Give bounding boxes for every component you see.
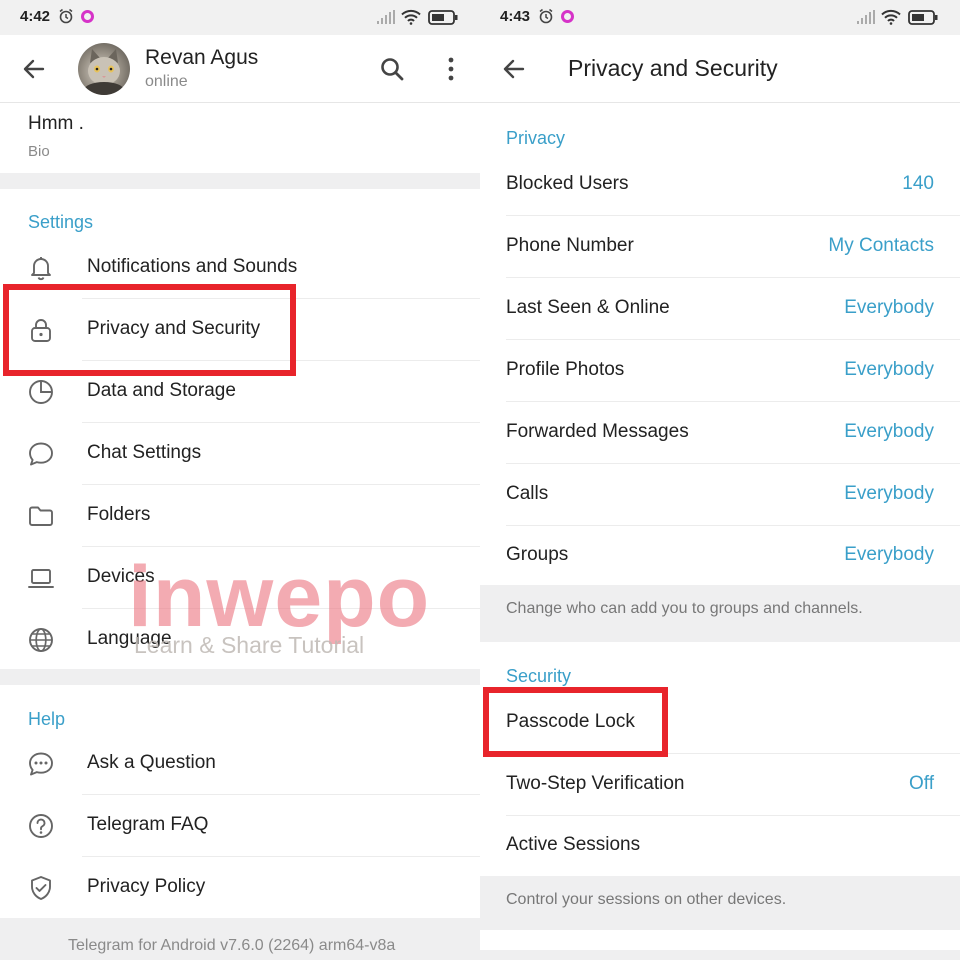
security-section-title: Security: [506, 666, 572, 686]
alarm-icon: [539, 8, 553, 24]
settings-item-label: Notifications and Sounds: [87, 256, 298, 277]
section-separator: [0, 669, 480, 685]
settings-item-label: Data and Storage: [87, 380, 236, 401]
notification-dot-icon: [561, 10, 574, 23]
app-version-text: Telegram for Android v7.6.0 (2264) arm64…: [68, 937, 396, 954]
security-item-value: Off: [909, 773, 934, 794]
pie-chart-icon: [29, 380, 53, 404]
battery-icon: [428, 10, 458, 25]
notification-dot-icon: [81, 10, 94, 23]
privacy-item-calls[interactable]: Calls Everybody: [480, 464, 960, 526]
security-item-two-step[interactable]: Two-Step Verification Off: [480, 754, 960, 816]
bottom-separator: [480, 950, 960, 960]
help-item-label: Privacy Policy: [87, 876, 206, 897]
settings-item-language[interactable]: Language: [0, 609, 480, 671]
profile-name: Revan Agus: [145, 46, 259, 69]
privacy-item-value: Everybody: [844, 359, 934, 380]
privacy-item-forwarded-messages[interactable]: Forwarded Messages Everybody: [480, 402, 960, 464]
status-time: 4:43: [500, 8, 531, 25]
help-item-label: Ask a Question: [87, 752, 216, 773]
globe-icon: [29, 628, 53, 652]
folder-icon: [29, 506, 53, 526]
bell-icon: [31, 257, 51, 281]
privacy-item-groups[interactable]: Groups Everybody: [480, 525, 960, 587]
shield-check-icon: [31, 876, 51, 900]
privacy-item-value: Everybody: [844, 421, 934, 442]
privacy-item-value: Everybody: [844, 297, 934, 318]
security-item-active-sessions[interactable]: Active Sessions: [480, 815, 960, 877]
chat-dots-icon: [29, 752, 53, 776]
privacy-item-value: 140: [902, 173, 934, 194]
privacy-item-label: Calls: [506, 483, 549, 504]
bio-row[interactable]: Hmm . Bio: [0, 104, 480, 173]
page-title: Privacy and Security: [568, 55, 778, 81]
profile-status: online: [145, 73, 188, 90]
settings-item-label: Folders: [87, 504, 151, 525]
privacy-item-last-seen[interactable]: Last Seen & Online Everybody: [480, 278, 960, 340]
settings-section-title: Settings: [28, 212, 94, 232]
privacy-item-label: Blocked Users: [506, 173, 629, 194]
security-info-text: Control your sessions on other devices.: [506, 891, 787, 908]
signal-icon: [377, 10, 395, 24]
more-vertical-icon[interactable]: [440, 55, 462, 83]
privacy-item-label: Profile Photos: [506, 359, 625, 380]
bio-caption: Bio: [28, 143, 50, 160]
privacy-security-screen: 4:43 Privacy and Security Privacy Blocke…: [480, 0, 960, 960]
privacy-item-profile-photos[interactable]: Profile Photos Everybody: [480, 340, 960, 402]
cat-avatar-icon: [84, 49, 124, 95]
status-bar: 4:43: [480, 0, 960, 35]
profile-header: Revan Agus online: [0, 35, 480, 103]
section-separator: [0, 173, 480, 189]
settings-screen: 4:42 Revan Agus online Hmm . Bio Setting…: [0, 0, 480, 960]
privacy-info-text: Change who can add you to groups and cha…: [506, 600, 863, 617]
laptop-icon: [28, 569, 54, 588]
question-circle-icon: [29, 814, 53, 838]
avatar[interactable]: [78, 43, 130, 95]
security-item-label: Active Sessions: [506, 834, 641, 855]
privacy-item-label: Forwarded Messages: [506, 421, 689, 442]
highlight-box-privacy: [3, 284, 296, 376]
help-item-label: Telegram FAQ: [87, 814, 209, 835]
highlight-box-passcode: [483, 687, 668, 757]
privacy-item-label: Groups: [506, 544, 569, 565]
help-item-faq[interactable]: Telegram FAQ: [0, 795, 480, 857]
privacy-item-value: Everybody: [844, 544, 934, 565]
wifi-icon: [401, 9, 421, 25]
security-item-label: Two-Step Verification: [506, 773, 685, 794]
settings-item-folders[interactable]: Folders: [0, 485, 480, 547]
chat-bubble-icon: [29, 442, 53, 466]
battery-icon: [908, 10, 938, 25]
privacy-item-value: My Contacts: [828, 235, 934, 256]
privacy-section-title: Privacy: [506, 128, 566, 148]
bio-text: Hmm .: [28, 113, 84, 134]
search-icon[interactable]: [379, 56, 405, 82]
privacy-item-label: Last Seen & Online: [506, 297, 670, 318]
settings-item-label: Devices: [87, 566, 155, 587]
alarm-icon: [59, 8, 73, 24]
help-section-title: Help: [28, 709, 66, 729]
privacy-item-blocked-users[interactable]: Blocked Users 140: [480, 154, 960, 216]
privacy-item-phone-number[interactable]: Phone Number My Contacts: [480, 216, 960, 278]
settings-item-label: Language: [87, 628, 172, 649]
settings-item-chat[interactable]: Chat Settings: [0, 423, 480, 485]
settings-item-label: Chat Settings: [87, 442, 202, 463]
status-time: 4:42: [20, 8, 51, 25]
back-arrow-icon[interactable]: [22, 57, 46, 81]
status-bar: 4:42: [0, 0, 480, 35]
signal-icon: [857, 10, 875, 24]
privacy-item-label: Phone Number: [506, 235, 634, 256]
wifi-icon: [881, 9, 901, 25]
back-arrow-icon[interactable]: [502, 57, 526, 81]
screen-header: Privacy and Security: [480, 35, 960, 103]
help-item-ask-question[interactable]: Ask a Question: [0, 733, 480, 795]
privacy-item-value: Everybody: [844, 483, 934, 504]
settings-item-devices[interactable]: Devices: [0, 547, 480, 609]
help-item-privacy-policy[interactable]: Privacy Policy: [0, 857, 480, 919]
